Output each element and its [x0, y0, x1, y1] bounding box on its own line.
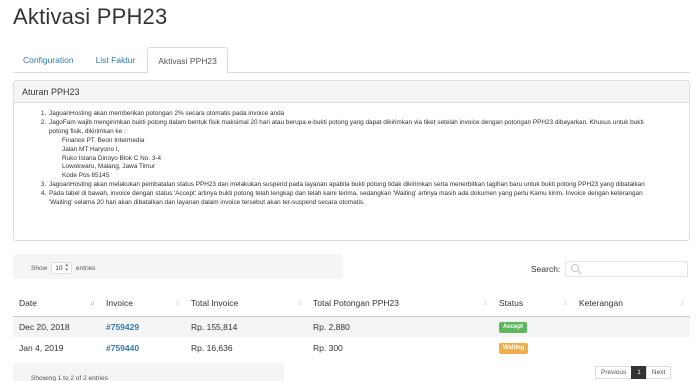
invoice-cell: #759440 [100, 337, 185, 358]
entries-value: 10 [55, 264, 63, 272]
column-header-total-potongan[interactable]: Total Potongan PPH23 ↓↑ [307, 290, 493, 317]
show-label: Show [31, 264, 48, 272]
table-info: Showing 1 to 2 of 2 entries [13, 363, 284, 381]
date-cell: Dec 20, 2018 [19, 321, 70, 332]
total-invoice-cell: Rp. 155,814 [191, 321, 238, 332]
invoice-link[interactable]: #759440 [106, 343, 139, 353]
column-header-total-invoice[interactable]: Total Invoice ↓↑ [185, 290, 307, 317]
sort-icon: ↓↑ [680, 301, 685, 307]
tab-configuration[interactable]: Configuration [13, 47, 84, 73]
keterangan-cell [573, 337, 690, 358]
rule-item: JagoanHosting akan melakukan pembatalan … [48, 181, 664, 190]
column-header-date[interactable]: Date ↓↑ [13, 290, 100, 317]
sort-icon: ↓↑ [175, 301, 180, 307]
column-header-status[interactable]: Status ↓↑ [493, 290, 573, 317]
address-line: Lowokwaru, Malang, Jawa Timur [62, 163, 156, 171]
column-header-keterangan[interactable]: Keterangan ↓↑ [573, 290, 690, 317]
page-title: Aktivasi PPH23 [13, 4, 168, 29]
rule-item: JagoanHosting akan memberikan potongan 2… [48, 110, 664, 119]
address-line: Kode Pos 65145 [62, 172, 110, 180]
date-cell: Jan 4, 2019 [19, 342, 64, 353]
pagination: Previous 1 Next [595, 366, 672, 379]
rule-item: JagoFam wajib mengirimkan bukti potong d… [48, 119, 664, 181]
entries-select[interactable]: 10 ▴ ▾ [51, 262, 73, 274]
search-icon [571, 263, 582, 275]
sort-desc-icon: ↓↑ [90, 301, 95, 307]
sort-icon: ↓↑ [297, 301, 302, 307]
entries-length-control: Show 10 ▴ ▾ entries [13, 254, 343, 279]
status-badge: Accept [499, 322, 528, 334]
invoice-cell: #759429 [100, 316, 185, 337]
previous-page-button[interactable]: Previous [595, 366, 633, 379]
search-input[interactable] [565, 261, 689, 277]
total-invoice-cell: Rp. 16,636 [191, 342, 233, 353]
address-line: Ruko Istana Dinoyo Blok C No. 3-4 [62, 154, 162, 162]
table-row: Dec 20, 2018 #759429 Rp. 155,814 Rp. 2,8… [13, 316, 690, 337]
rules-panel: Aturan PPH23 JagoanHosting akan memberik… [13, 80, 690, 241]
tab-bar: Configuration List Faktur Aktivasi PPH23 [13, 47, 690, 74]
rules-heading: Aturan PPH23 [14, 81, 689, 103]
search-label: Search: [531, 264, 561, 274]
keterangan-cell [573, 316, 690, 337]
address-line: Finance PT. Beon Intermedia [62, 136, 145, 144]
next-page-button[interactable]: Next [645, 366, 672, 379]
status-badge: Waiting [499, 343, 529, 354]
table-header-row: Date ↓↑ Invoice ↓↑ Total Invoice ↓↑ Total P… [13, 290, 690, 317]
status-cell: Waiting [493, 337, 573, 358]
tab-aktivasi-pph23[interactable]: Aktivasi PPH23 [147, 47, 228, 74]
total-potongan-cell: Rp. 2,880 [313, 321, 350, 332]
table-search: Search: [531, 261, 689, 277]
column-header-invoice[interactable]: Invoice ↓↑ [100, 290, 185, 317]
address-line: Jalan MT Haryono I, [62, 145, 120, 153]
table-row: Jan 4, 2019 #759440 Rp. 16,636 Rp. 300 W… [13, 337, 690, 358]
select-arrows-icon: ▴ ▾ [65, 262, 69, 273]
total-potongan-cell: Rp. 300 [313, 342, 343, 353]
rule-item: Pada tabel di bawah, invoice dengan stat… [48, 190, 664, 208]
entries-label: entries [76, 264, 96, 272]
rules-list: JagoanHosting akan memberikan potongan 2… [34, 110, 664, 208]
invoice-table: Date ↓↑ Invoice ↓↑ Total Invoice ↓↑ Total P… [13, 290, 690, 358]
status-cell: Accept [493, 316, 573, 337]
mailing-address: Finance PT. Beon Intermedia Jalan MT Har… [49, 137, 664, 182]
tab-list-faktur[interactable]: List Faktur [86, 47, 146, 73]
sort-icon: ↓↑ [563, 301, 568, 307]
rule-item-text: JagoFam wajib mengirimkan bukti potong d… [49, 118, 644, 135]
sort-icon: ↓↑ [483, 301, 488, 307]
invoice-link[interactable]: #759429 [106, 322, 139, 332]
page-1-button[interactable]: 1 [631, 366, 647, 379]
